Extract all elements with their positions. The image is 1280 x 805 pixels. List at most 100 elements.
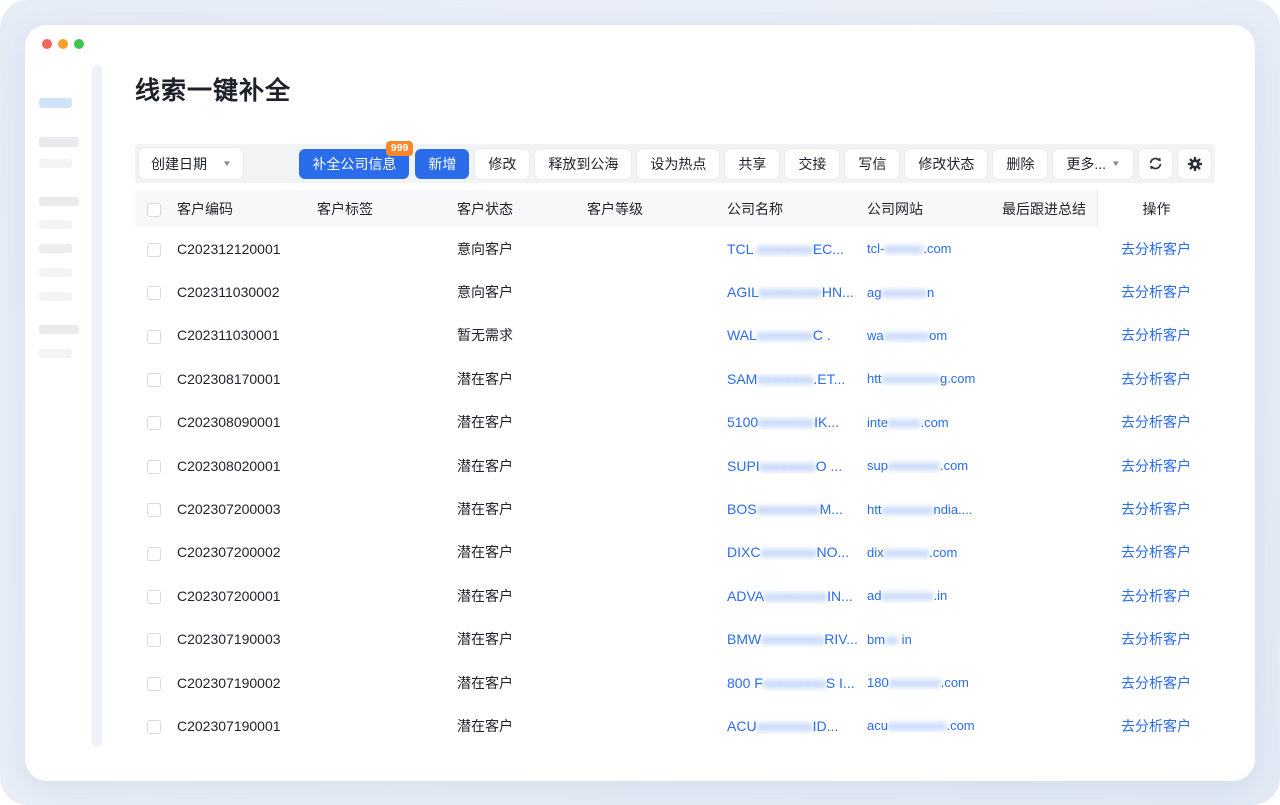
website-visible: sup [867,458,888,473]
company-website-link[interactable]: agxxxxxxxn [857,285,992,300]
company-name-link[interactable]: SUPIxxxxxxxxO ... [717,458,857,474]
toolbar-button-share[interactable]: 共享 [725,149,779,179]
company-name-link[interactable]: DIXCxxxxxxxxNO... [717,544,857,560]
row-checkbox-cell [135,458,167,474]
button-label: 新增 [428,154,456,174]
column-header-last-followup[interactable]: 最后跟进总结 [992,199,1097,219]
row-checkbox[interactable] [147,503,161,517]
company-name-link[interactable]: ACUxxxxxxxxID... [717,718,857,734]
company-name-link[interactable]: 800 FxxxxxxxxxS I... [717,675,857,691]
row-checkbox[interactable] [147,590,161,604]
minimize-window-button[interactable] [58,39,68,49]
close-window-button[interactable] [42,39,52,49]
column-header-customer-level[interactable]: 客户等级 [577,199,717,219]
maximize-window-button[interactable] [74,39,84,49]
analyze-customer-link[interactable]: 去分析客户 [1121,716,1191,736]
analyze-customer-link[interactable]: 去分析客户 [1121,369,1191,389]
toolbar-button-complete-company-info[interactable]: 补全公司信息999 [299,149,409,179]
column-header-company-name[interactable]: 公司名称 [717,199,857,219]
toolbar-button-release-to-public-pool[interactable]: 释放到公海 [535,149,631,179]
toolbar-button-edit[interactable]: 修改 [475,149,529,179]
website-visible-tail: .com [941,675,969,690]
website-redacted: xxxxx [888,415,921,430]
company-name-link[interactable]: BOSxxxxxxxxxM... [717,501,857,517]
row-checkbox[interactable] [147,633,161,647]
website-visible-tail: .com [940,458,968,473]
company-name-visible-tail: .ET... [813,371,845,387]
row-checkbox[interactable] [147,330,161,344]
toolbar-button-change-status[interactable]: 修改状态 [905,149,987,179]
company-website-link[interactable]: httxxxxxxxxndia.... [857,502,992,517]
company-name-link[interactable]: ADVAxxxxxxxxxIN... [717,588,857,604]
window-controls [42,39,84,49]
analyze-customer-link[interactable]: 去分析客户 [1121,499,1191,519]
company-name-redacted: xxxxxxxx [757,718,813,734]
customer-code: C202307190001 [167,718,307,734]
company-name-visible-tail: EC... [813,241,844,257]
customer-code: C202307200003 [167,501,307,517]
company-website-link[interactable]: acuxxxxxxxxx.com [857,718,992,733]
operations-cell: 去分析客户 [1097,673,1215,693]
company-name-link[interactable]: AGILxxxxxxxxxHN... [717,284,857,300]
company-website-link[interactable]: dixxxxxxxx.com [857,545,992,560]
company-name-link[interactable]: TCL xxxxxxxxEC... [717,241,857,257]
select-all-checkbox[interactable] [147,203,161,217]
table-row: C202307200002潜在客户DIXCxxxxxxxxNO...dixxxx… [135,531,1215,574]
website-redacted: xxxxxxxx [881,588,933,603]
row-checkbox[interactable] [147,677,161,691]
column-header-customer-tag[interactable]: 客户标签 [307,199,447,219]
company-name-visible: 5100 [727,414,758,430]
customer-status: 暂无需求 [447,325,577,345]
company-website-link[interactable]: tcl-xxxxxx.com [857,241,992,256]
company-name-link[interactable]: WALxxxxxxxxC . [717,327,857,343]
button-label: 写信 [858,154,886,174]
row-checkbox[interactable] [147,416,161,430]
company-name-link[interactable]: SAMxxxxxxxx.ET... [717,371,857,387]
analyze-customer-link[interactable]: 去分析客户 [1121,239,1191,259]
row-checkbox[interactable] [147,243,161,257]
sidebar-skeleton-bar [39,325,79,334]
company-website-link[interactable]: httxxxxxxxxxg.com [857,371,992,386]
customer-status: 潜在客户 [447,456,577,476]
toolbar-button-add-new[interactable]: 新增 [415,149,469,179]
analyze-customer-link[interactable]: 去分析客户 [1121,629,1191,649]
operations-cell: 去分析客户 [1097,499,1215,519]
website-visible-tail: .com [923,241,951,256]
company-website-link[interactable]: 180xxxxxxxx.com [857,675,992,690]
row-checkbox-cell [135,327,167,343]
company-website-link[interactable]: bmxx in [857,632,992,647]
analyze-customer-link[interactable]: 去分析客户 [1121,542,1191,562]
refresh-button[interactable] [1139,149,1172,179]
date-filter-label: 创建日期 [151,154,207,174]
company-name-link[interactable]: 5100xxxxxxxxIK... [717,414,857,430]
analyze-customer-link[interactable]: 去分析客户 [1121,673,1191,693]
analyze-customer-link[interactable]: 去分析客户 [1121,586,1191,606]
company-name-visible: ACU [727,718,757,734]
date-filter-dropdown[interactable]: 创建日期 ▼ [139,148,243,179]
row-checkbox[interactable] [147,286,161,300]
company-website-link[interactable]: adxxxxxxxx.in [857,588,992,603]
customer-status: 潜在客户 [447,369,577,389]
company-name-link[interactable]: BMWxxxxxxxxxRIV... [717,631,857,647]
row-checkbox[interactable] [147,460,161,474]
column-header-company-website[interactable]: 公司网站 [857,199,992,219]
toolbar-button-set-as-hot[interactable]: 设为热点 [637,149,719,179]
row-checkbox[interactable] [147,373,161,387]
row-checkbox[interactable] [147,720,161,734]
toolbar-button-handover[interactable]: 交接 [785,149,839,179]
analyze-customer-link[interactable]: 去分析客户 [1121,282,1191,302]
toolbar-button-write-email[interactable]: 写信 [845,149,899,179]
analyze-customer-link[interactable]: 去分析客户 [1121,325,1191,345]
toolbar-button-delete[interactable]: 删除 [993,149,1047,179]
company-website-link[interactable]: supxxxxxxxx.com [857,458,992,473]
analyze-customer-link[interactable]: 去分析客户 [1121,456,1191,476]
row-checkbox[interactable] [147,547,161,561]
column-header-customer-status[interactable]: 客户状态 [447,199,577,219]
toolbar-button-more[interactable]: 更多...▼ [1053,149,1133,179]
column-header-customer-code[interactable]: 客户编码 [167,199,307,219]
company-website-link[interactable]: intexxxxx.com [857,415,992,430]
analyze-customer-link[interactable]: 去分析客户 [1121,412,1191,432]
settings-button[interactable] [1178,149,1211,179]
company-website-link[interactable]: waxxxxxxxom [857,328,992,343]
sidebar-skeleton-bar [39,349,72,358]
